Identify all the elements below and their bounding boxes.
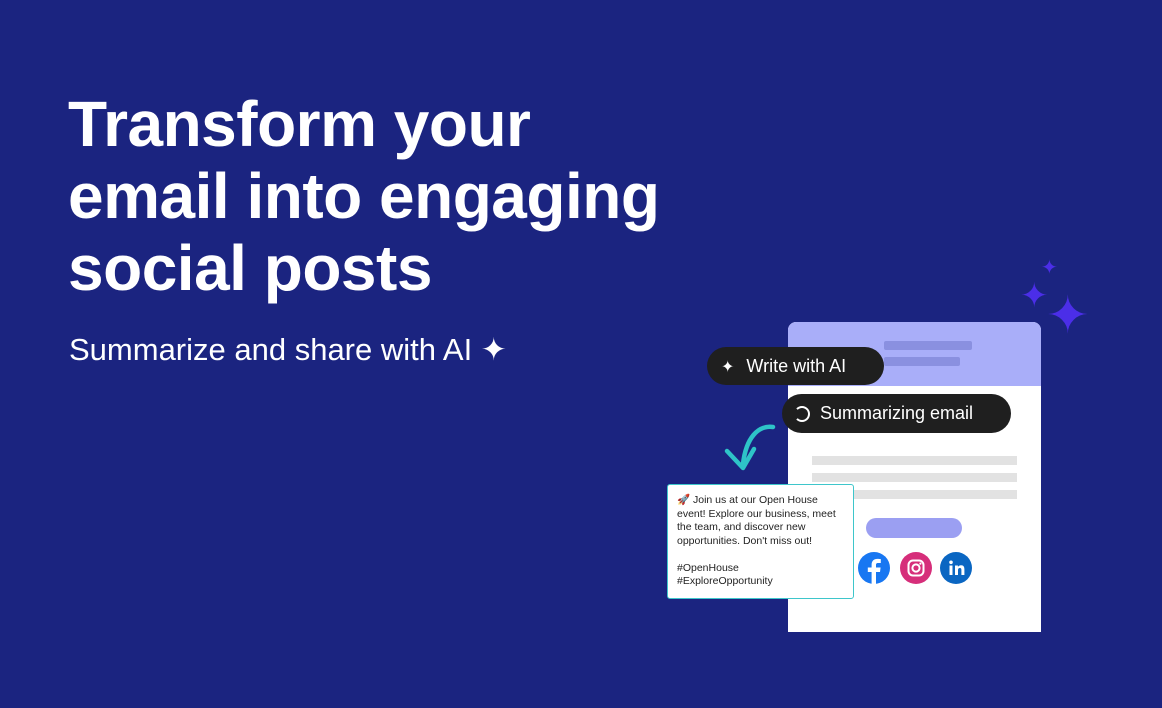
hero-title: Transform your email into engaging socia… [68,88,748,304]
hashtag: #OpenHouse [677,561,739,574]
curved-arrow-icon [724,424,776,471]
cta-placeholder [866,518,962,538]
header-placeholder-bar [884,357,960,366]
sparkle-large-icon: ✦ [1046,286,1090,346]
hero-subtitle: Summarize and share with AI ✦ [69,332,507,367]
linkedin-icon [940,552,972,584]
write-with-ai-label: Write with AI [746,355,847,376]
summarizing-status-chip: Summarizing email [782,394,1011,433]
post-body: 🚀 Join us at our Open House event! Explo… [677,494,836,547]
social-post-preview: 🚀 Join us at our Open House event! Explo… [667,484,854,599]
hero-title-line-1: Transform your [68,88,531,160]
header-placeholder-bar [884,341,972,350]
summarizing-label: Summarizing email [820,403,974,423]
facebook-icon [858,552,890,584]
post-hashtags: #OpenHouse #ExploreOpportunity [677,562,845,589]
instagram-icon [900,552,932,584]
hero-title-line-3: social posts [68,232,432,304]
write-with-ai-chip: ✦ Write with AI [707,347,884,385]
loading-spinner-icon [794,405,810,422]
hero-title-line-2: email into engaging [68,160,660,232]
text-placeholder-line [812,473,1017,482]
text-placeholder-line [812,456,1017,465]
sparkle-medium-icon: ✦ [1020,276,1049,316]
sparkle-icon: ✦ [721,356,735,376]
sparkle-small-icon: ✦ [1041,255,1058,279]
hashtag: #ExploreOpportunity [677,575,773,587]
